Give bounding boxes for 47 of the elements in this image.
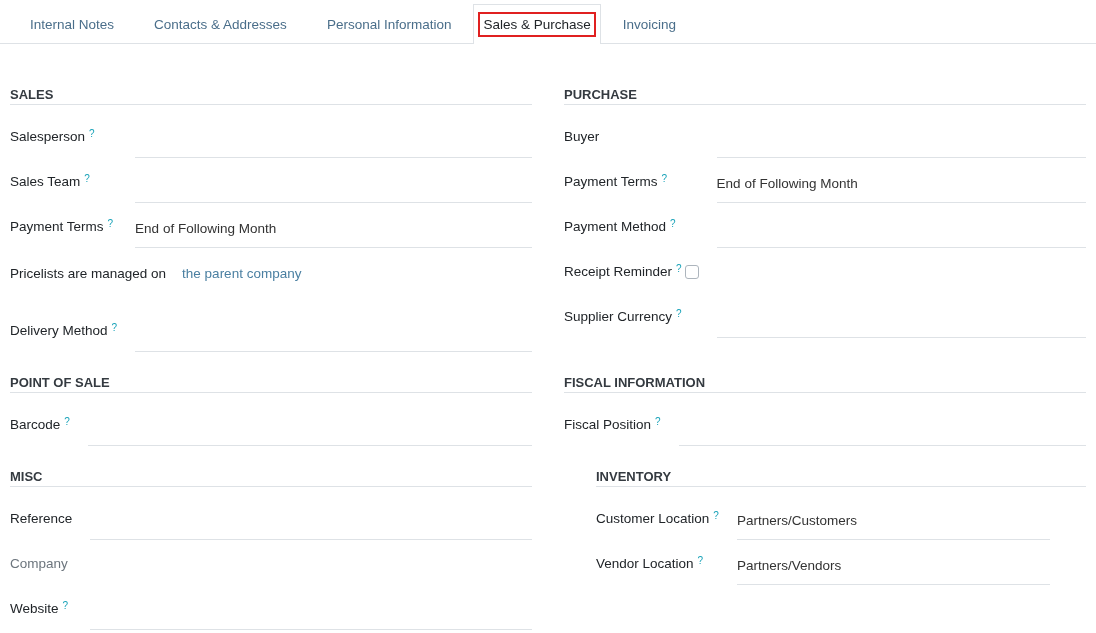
field-label: Fiscal Position [564, 417, 652, 432]
section-heading: SALES [10, 84, 532, 105]
parent-company-link[interactable]: the parent company [182, 266, 302, 281]
field-label: Website [10, 601, 59, 616]
help-tooltip[interactable]: ? [676, 309, 682, 319]
field-label: Customer Location [596, 511, 710, 526]
field-label: Reference [10, 511, 73, 526]
help-tooltip[interactable]: ? [670, 219, 676, 229]
field-label: Barcode [10, 417, 61, 432]
field-label: Payment Terms [564, 174, 658, 189]
help-tooltip[interactable]: ? [84, 174, 90, 184]
tab[interactable]: Personal Information [308, 4, 470, 43]
section-heading: PURCHASE [564, 84, 1086, 105]
field-label: Vendor Location [596, 556, 694, 571]
tab[interactable]: Internal Notes [12, 4, 133, 43]
section-heading: INVENTORY [596, 466, 1086, 487]
section-heading: MISC [10, 466, 532, 487]
input-field[interactable]: End of Following Month [716, 172, 1086, 203]
input-field[interactable]: Partners/Customers [736, 509, 1050, 540]
help-tooltip[interactable]: ? [655, 417, 661, 427]
input-field[interactable]: End of Following Month [135, 217, 532, 248]
field-label: Payment Method [564, 219, 667, 234]
help-tooltip[interactable]: ? [697, 556, 704, 566]
help-tooltip[interactable]: ? [89, 129, 95, 139]
field-label: Payment Terms [10, 219, 104, 234]
field-label: Buyer [564, 129, 600, 144]
input-field[interactable]: Partners/Vendors [736, 554, 1050, 585]
help-tooltip[interactable]: ? [64, 417, 70, 427]
field-label: Salesperson [10, 129, 86, 144]
help-tooltip[interactable]: ? [111, 323, 118, 333]
field-label: Pricelists are managed on [10, 266, 167, 281]
help-tooltip[interactable]: ? [62, 601, 69, 611]
help-tooltip[interactable]: ? [713, 511, 719, 521]
section-heading: POINT OF SALE [10, 372, 532, 393]
help-tooltip[interactable]: ? [107, 219, 114, 229]
help-tooltip[interactable]: ? [661, 174, 668, 184]
tab[interactable]: Sales & Purchase [473, 4, 601, 44]
field-label: Delivery Method [10, 323, 108, 338]
tab[interactable]: Contacts & Addresses [136, 4, 305, 43]
field-label: Company [10, 556, 68, 571]
section-heading: FISCAL INFORMATION [564, 372, 1086, 393]
help-tooltip[interactable]: ? [676, 264, 682, 274]
checkbox[interactable] [684, 265, 699, 279]
field-label: Sales Team [10, 174, 81, 189]
tab[interactable]: Invoicing [604, 4, 695, 43]
field-label: Receipt Reminder [564, 264, 673, 279]
field-label: Supplier Currency [564, 309, 673, 324]
